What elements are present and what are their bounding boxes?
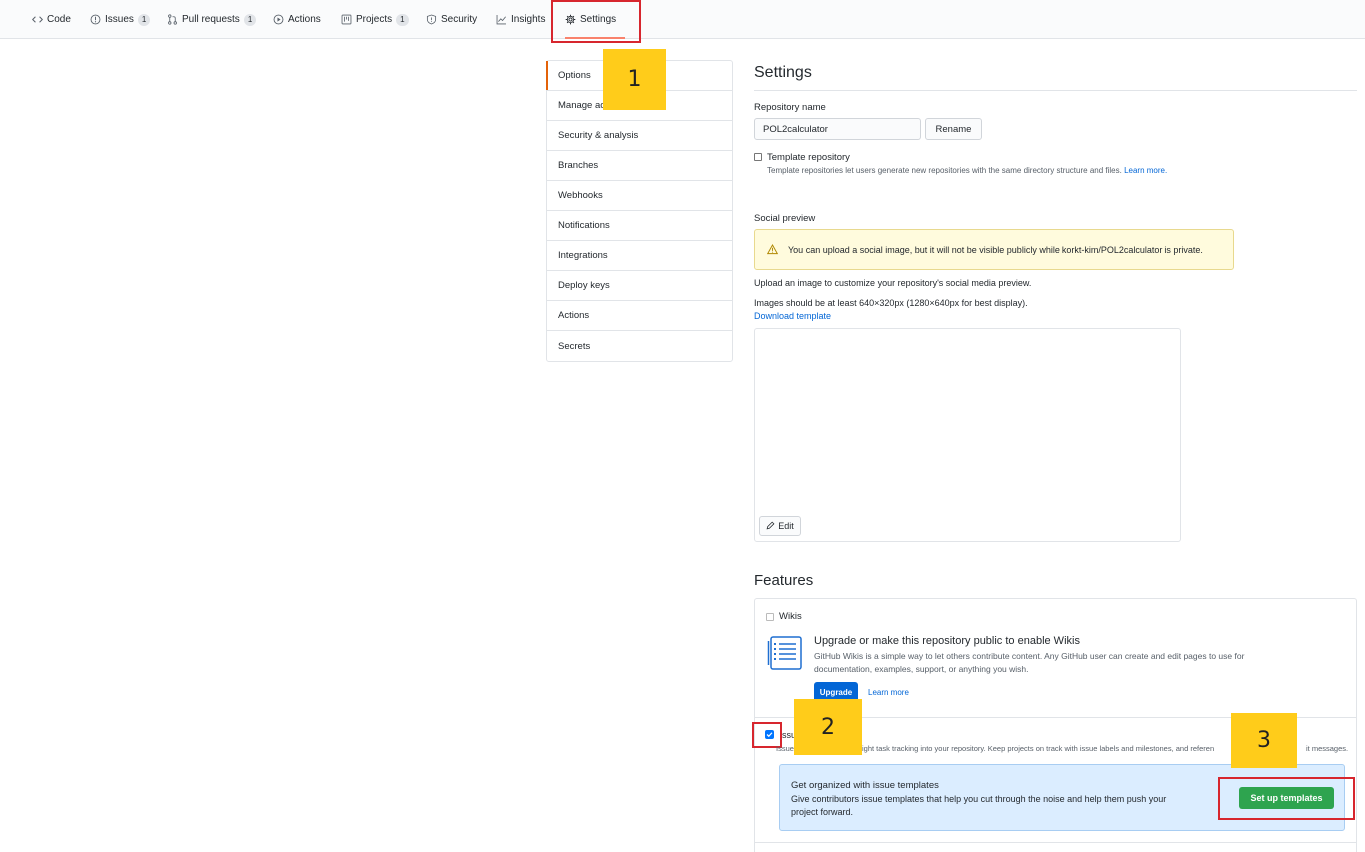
social-preview-label: Social preview: [754, 213, 816, 224]
tab-actions[interactable]: Actions: [273, 0, 321, 39]
tab-label: Projects: [356, 14, 393, 25]
repo-name-label: Repository name: [754, 102, 826, 113]
template-repository-checkbox[interactable]: [754, 153, 762, 161]
tab-label: Actions: [288, 14, 321, 25]
tab-security[interactable]: Security: [426, 0, 477, 39]
play-icon: [273, 14, 284, 25]
template-repository-label: Template repository: [767, 152, 850, 163]
shield-icon: [426, 14, 437, 25]
templates-desc-line2: project forward.: [791, 807, 854, 817]
issues-counter: 1: [137, 13, 151, 26]
projects-counter: 1: [396, 13, 409, 26]
project-icon: [341, 14, 352, 25]
menu-item-secrets[interactable]: Secrets: [547, 331, 732, 361]
tab-pull-requests[interactable]: Pull requests 1: [167, 0, 257, 39]
tab-label: Code: [47, 14, 71, 25]
page-title: Settings: [754, 64, 812, 81]
template-note-text: Template repositories let users generate…: [767, 166, 1122, 175]
rename-button[interactable]: Rename: [925, 118, 982, 140]
flash-text-post: is private.: [1164, 244, 1203, 255]
wikis-label: Wikis: [779, 611, 802, 622]
templates-desc-line1: Give contributors issue templates that h…: [791, 794, 1167, 804]
issues-desc: ight task tracking into your repository.…: [862, 744, 1215, 753]
menu-item-integrations[interactable]: Integrations: [547, 241, 732, 271]
repo-nav: Code Issues 1 Pull requests 1 Actions Pr…: [0, 0, 1365, 39]
edit-label: Edit: [778, 521, 794, 531]
alert-icon: [766, 244, 779, 255]
wiki-book-icon: [767, 636, 803, 673]
upload-instructions: Upload an image to customize your reposi…: [754, 278, 1032, 288]
menu-item-actions[interactable]: Actions: [547, 301, 732, 331]
download-template-link[interactable]: Download template: [754, 311, 831, 321]
tab-projects[interactable]: Projects 1: [341, 0, 409, 39]
issues-desc-suffix: it messages.: [1306, 744, 1349, 753]
templates-heading: Get organized with issue templates: [791, 780, 939, 791]
issue-icon: [90, 14, 101, 25]
tab-issues[interactable]: Issues 1: [90, 0, 151, 39]
features-title: Features: [754, 572, 814, 589]
menu-item-notifications[interactable]: Notifications: [547, 211, 732, 241]
template-repository-note: Template repositories let users generate…: [767, 166, 1167, 175]
menu-item-security-analysis[interactable]: Security & analysis: [547, 121, 732, 151]
wikis-checkbox[interactable]: [766, 613, 774, 621]
callout-settings-tab: [551, 0, 641, 43]
pull-request-icon: [167, 14, 178, 25]
code-icon: [32, 14, 43, 25]
title-divider: [754, 90, 1357, 91]
edit-preview-button[interactable]: Edit: [759, 516, 801, 536]
tab-label: Issues: [105, 14, 134, 25]
flash-text-pre: You can upload a social image, but it wi…: [788, 244, 1060, 255]
step-marker-3: 3: [1231, 713, 1297, 768]
upgrade-desc-line2: documentation, examples, support, or any…: [814, 664, 1029, 674]
tab-code[interactable]: Code: [32, 0, 71, 39]
upgrade-heading: Upgrade or make this repository public t…: [814, 635, 1080, 647]
step-marker-2: 2: [794, 699, 862, 755]
private-repo-warning: You can upload a social image, but it wi…: [754, 229, 1234, 270]
template-learn-more-link[interactable]: Learn more.: [1124, 166, 1167, 175]
graph-icon: [496, 14, 507, 25]
social-preview-image-area[interactable]: [754, 328, 1181, 542]
flash-repo-name: korkt-kim/POL2calculator: [1061, 244, 1163, 255]
menu-item-branches[interactable]: Branches: [547, 151, 732, 181]
menu-item-deploy-keys[interactable]: Deploy keys: [547, 271, 732, 301]
pencil-icon: [766, 521, 775, 532]
tab-label: Pull requests: [182, 14, 240, 25]
wikis-learn-more-link[interactable]: Learn more: [868, 688, 909, 697]
tab-insights[interactable]: Insights: [496, 0, 545, 39]
image-size-instructions: Images should be at least 640×320px (128…: [754, 298, 1028, 308]
pull-requests-counter: 1: [243, 13, 257, 26]
tab-label: Insights: [511, 14, 546, 25]
step-marker-1: 1: [603, 49, 666, 110]
callout-set-up-templates: [1218, 777, 1355, 820]
repo-name-input[interactable]: POL2calculator: [754, 118, 921, 140]
upgrade-desc-line1: GitHub Wikis is a simple way to let othe…: [814, 651, 1245, 661]
bottom-divider: [755, 842, 1356, 843]
issues-desc-prefix: Issue: [776, 744, 794, 753]
tab-label: Security: [441, 14, 478, 25]
menu-item-webhooks[interactable]: Webhooks: [547, 181, 732, 211]
